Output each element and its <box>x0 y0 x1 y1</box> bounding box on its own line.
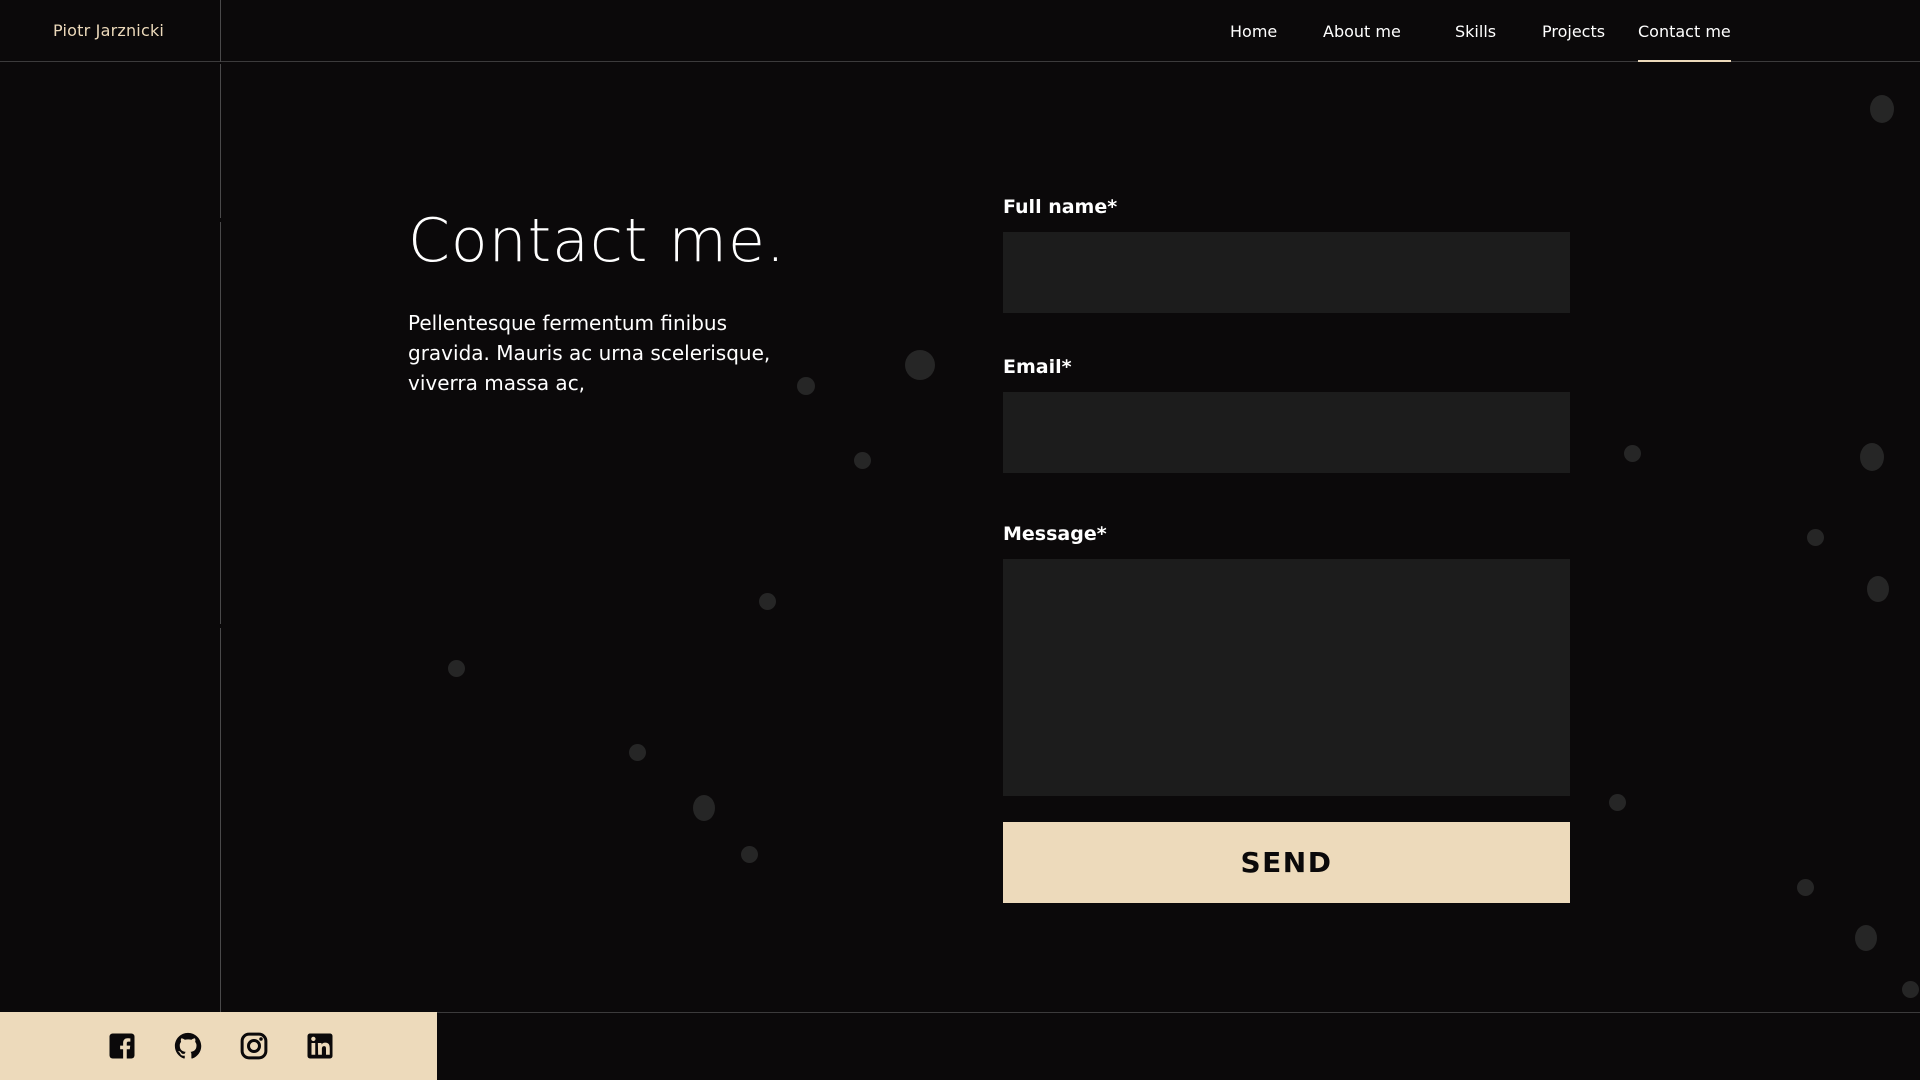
nav-item-projects[interactable]: Projects <box>1542 22 1605 41</box>
send-button[interactable]: SEND <box>1003 822 1570 903</box>
particle-dot <box>693 795 715 821</box>
particle-dot <box>1870 95 1894 123</box>
particle-dot <box>1797 879 1814 896</box>
particle-dot <box>1902 981 1919 998</box>
nav-item-contact-me[interactable]: Contact me <box>1638 22 1731 62</box>
message-label: Message* <box>1003 523 1107 545</box>
divider-vertical <box>220 64 221 218</box>
particle-dot <box>759 593 776 610</box>
nav-item-skills[interactable]: Skills <box>1455 22 1496 41</box>
particle-dot <box>1860 443 1884 471</box>
particle-dot <box>1807 529 1824 546</box>
particle-dot <box>854 452 871 469</box>
divider-vertical <box>220 222 221 624</box>
main-nav: Home About me Skills Projects Contact me <box>0 22 1920 62</box>
particle-dot <box>905 350 935 380</box>
linkedin-icon[interactable] <box>305 1031 335 1061</box>
facebook-icon[interactable] <box>107 1031 137 1061</box>
full-name-input[interactable] <box>1003 232 1570 313</box>
page: Piotr Jarznicki Home About me Skills Pro… <box>0 0 1920 1080</box>
social-links <box>0 1012 437 1080</box>
particle-dot <box>1624 445 1641 462</box>
email-label: Email* <box>1003 356 1072 378</box>
particle-dot <box>448 660 465 677</box>
nav-item-home[interactable]: Home <box>1230 22 1277 41</box>
particle-dot <box>741 846 758 863</box>
particle-dot <box>797 377 815 395</box>
divider-vertical <box>220 628 221 1012</box>
particle-dot <box>629 744 646 761</box>
contact-description: Pellentesque fermentum finibus gravida. … <box>408 311 771 395</box>
page-title: Contact me. <box>408 206 786 276</box>
particle-dot <box>1867 576 1889 602</box>
particle-dot <box>1855 925 1877 951</box>
particle-dot <box>1609 794 1626 811</box>
message-textarea[interactable] <box>1003 559 1570 796</box>
instagram-icon[interactable] <box>239 1031 269 1061</box>
nav-item-about-me[interactable]: About me <box>1323 22 1401 41</box>
github-icon[interactable] <box>173 1031 203 1061</box>
full-name-label: Full name* <box>1003 196 1118 218</box>
email-input[interactable] <box>1003 392 1570 473</box>
